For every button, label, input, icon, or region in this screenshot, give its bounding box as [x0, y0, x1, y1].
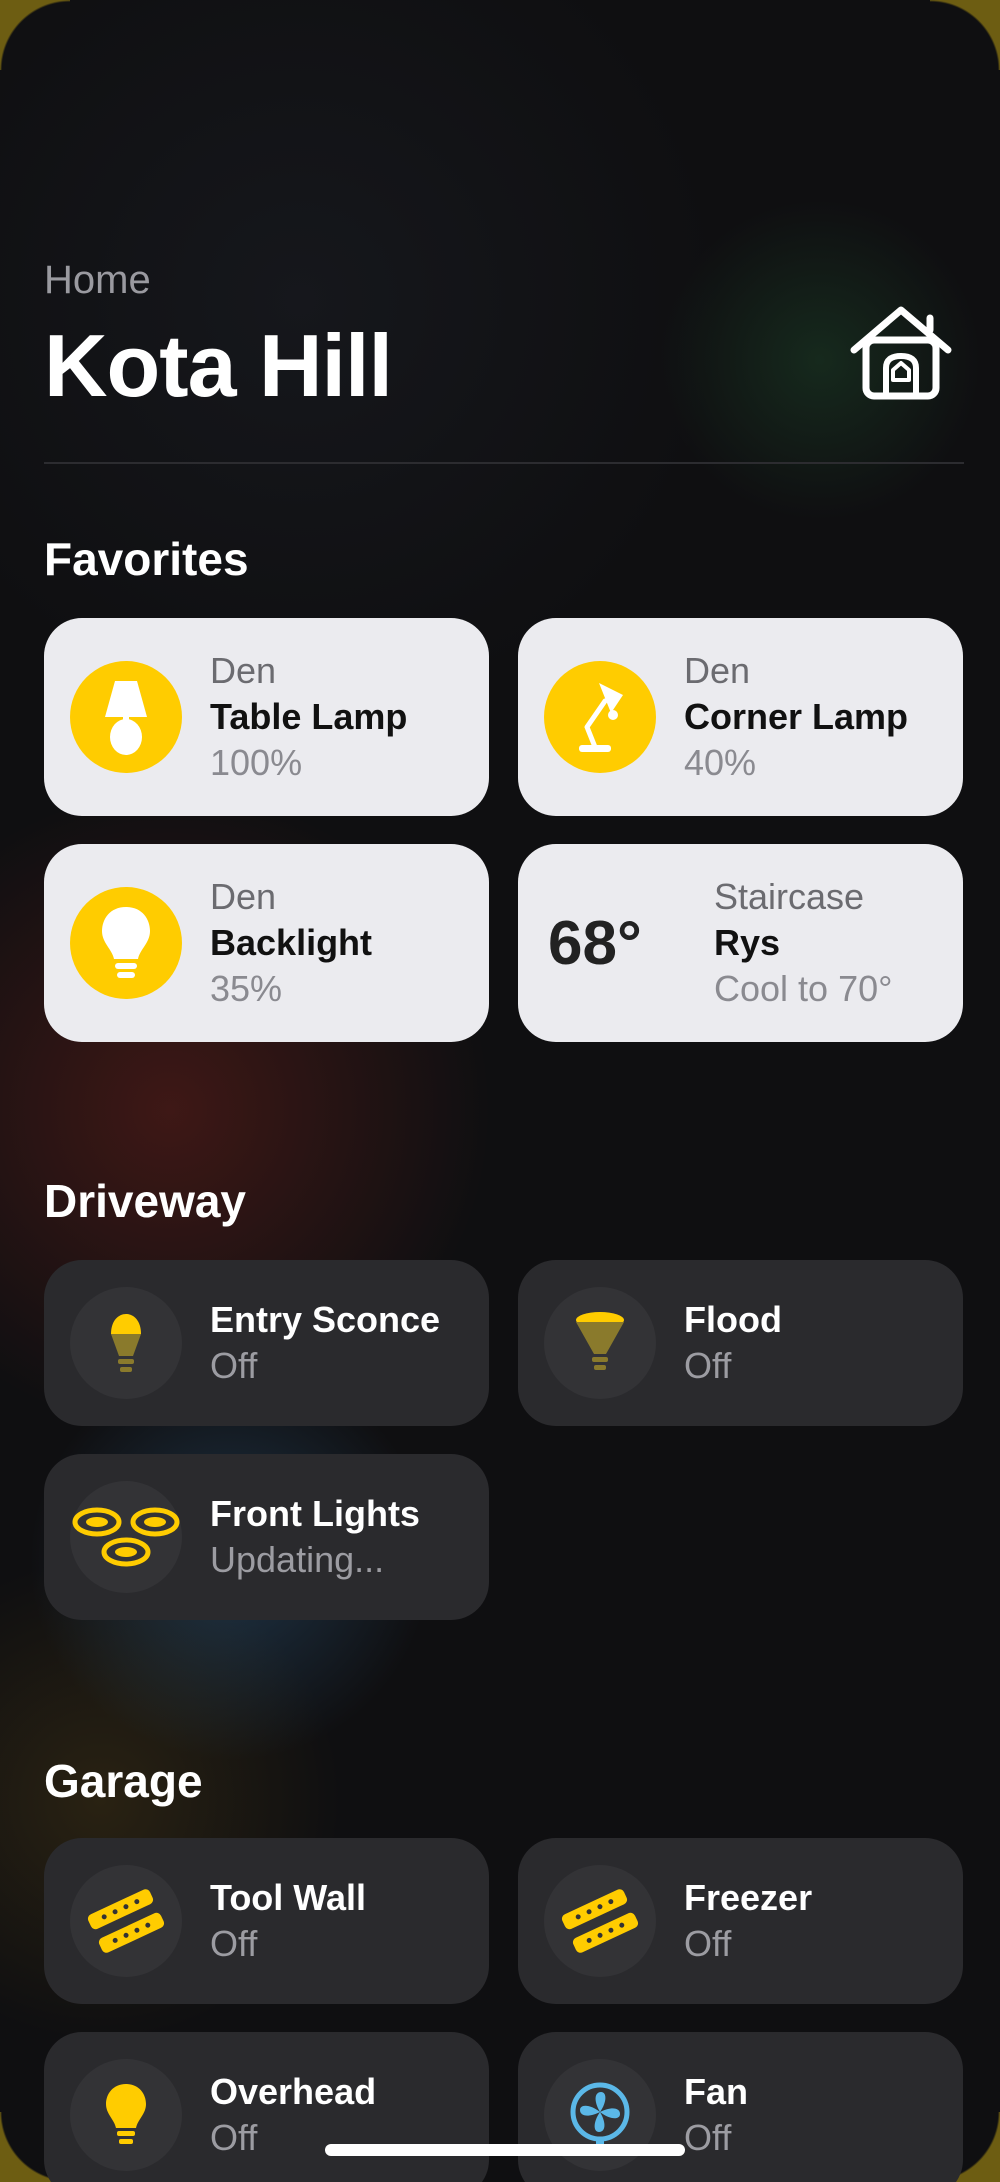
tile-room: Den [210, 876, 277, 917]
tile-status: 35% [210, 968, 283, 1009]
tile-name: Corner Lamp [684, 696, 909, 737]
screen-corner [930, 0, 1000, 70]
section-title-driveway: Driveway [44, 1175, 247, 1227]
tile-name: Flood [684, 1299, 782, 1340]
tile-name: Backlight [210, 922, 373, 963]
bulb-icon [70, 887, 182, 999]
tile-name: Fan [684, 2071, 749, 2112]
accessory-tile-freezer[interactable]: Freezer Off [518, 1838, 963, 2004]
favorite-tile-corner-lamp[interactable]: Den Corner Lamp 40% [518, 618, 963, 816]
accessory-tile-tool-wall[interactable]: Tool Wall Off [44, 1838, 489, 2004]
flood-bulb-icon [544, 1287, 656, 1399]
accessory-tile-flood[interactable]: Flood Off [518, 1260, 963, 1426]
tile-status: Off [210, 1923, 258, 1964]
tile-name: Freezer [684, 1877, 813, 1918]
bulb-icon [70, 2059, 182, 2171]
tile-name: Table Lamp [210, 696, 408, 737]
tile-status: Off [210, 1345, 258, 1386]
tile-name: Front Lights [210, 1493, 420, 1534]
temperature-readout: 68° [548, 908, 642, 978]
tile-status: Off [684, 2117, 732, 2158]
tile-room: Den [210, 650, 277, 691]
tile-status: Off [684, 1923, 732, 1964]
tile-room: Den [684, 650, 751, 691]
tile-status: Cool to 70° [714, 968, 893, 1009]
tile-name: Entry Sconce [210, 1299, 441, 1340]
tile-status: Off [684, 1345, 732, 1386]
tile-name: Rys [714, 922, 781, 963]
power-strip-icon [70, 1865, 182, 1977]
screen-corner [0, 0, 70, 70]
power-strip-icon [544, 1865, 656, 1977]
tile-status: 100% [210, 742, 303, 783]
tile-status: Updating... [210, 1539, 385, 1580]
desk-lamp-icon [544, 661, 656, 773]
section-title-favorites: Favorites [44, 533, 249, 585]
house-icon[interactable] [846, 300, 956, 400]
tile-room: Staircase [714, 876, 865, 917]
accessory-tile-front-lights[interactable]: Front Lights Updating... [44, 1454, 489, 1620]
accessory-tile-overhead[interactable]: Overhead Off [44, 2032, 489, 2182]
home-indicator[interactable] [325, 2144, 685, 2156]
header-divider [44, 462, 964, 464]
tile-status: 40% [684, 742, 757, 783]
favorite-tile-thermostat[interactable]: 68° Staircase Rys Cool to 70° [518, 844, 963, 1042]
tile-name: Overhead [210, 2071, 377, 2112]
accessory-tile-fan[interactable]: Fan Off [518, 2032, 963, 2182]
sconce-bulb-icon [70, 1287, 182, 1399]
favorite-tile-table-lamp[interactable]: Den Table Lamp 100% [44, 618, 489, 816]
favorite-tile-backlight[interactable]: Den Backlight 35% [44, 844, 489, 1042]
table-lamp-icon [70, 661, 182, 773]
accessory-tile-entry-sconce[interactable]: Entry Sconce Off [44, 1260, 489, 1426]
section-title-garage: Garage [44, 1755, 203, 1807]
tile-name: Tool Wall [210, 1877, 366, 1918]
breadcrumb[interactable]: Home [44, 258, 151, 303]
recessed-lights-icon [70, 1481, 182, 1593]
page-title: Kota Hill [44, 316, 393, 415]
